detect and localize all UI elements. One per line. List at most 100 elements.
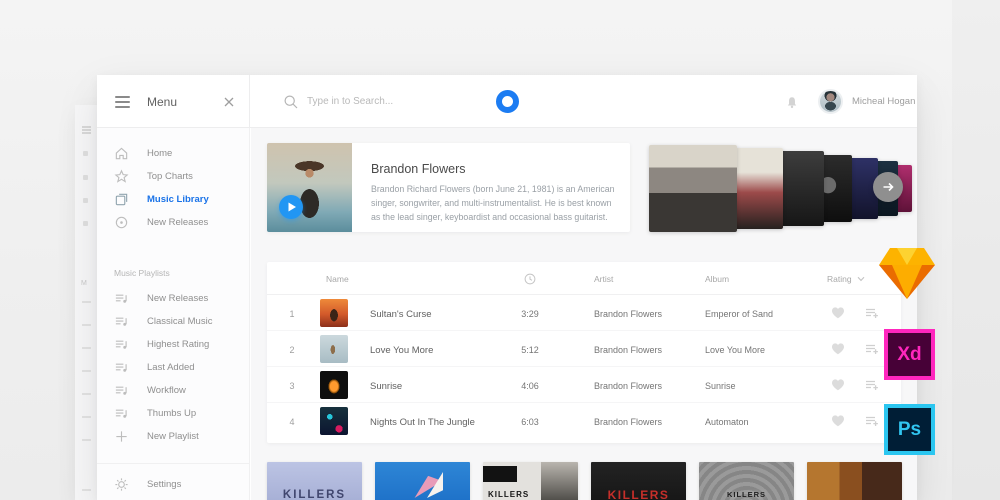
playlist-item-new-releases[interactable]: New Releases (97, 287, 249, 310)
faded-list-mark (82, 347, 91, 349)
sidebar-item-settings[interactable]: Settings (97, 473, 249, 496)
table-row[interactable]: 3 Sunrise 4:06 Brandon Flowers Sunrise (267, 367, 901, 403)
album-cover[interactable]: KILLERS (483, 462, 578, 500)
playlist-add-icon[interactable] (864, 341, 880, 357)
album-cover[interactable] (807, 462, 902, 500)
album-cover[interactable]: KILLERS (267, 462, 362, 500)
top-bar: Menu Micheal Hogan (97, 75, 917, 128)
adobe-xd-icon[interactable]: Xd (884, 329, 935, 380)
new-playlist-button[interactable]: New Playlist (97, 425, 249, 448)
track-title: Sunrise (370, 381, 403, 392)
search-input[interactable] (307, 91, 477, 111)
column-header-album[interactable]: Album (705, 274, 729, 284)
track-title: Sultan's Curse (370, 309, 432, 320)
table-row[interactable]: 4 Nights Out In The Jungle 6:03 Brandon … (267, 403, 901, 439)
faded-list-mark (82, 393, 91, 395)
album-cover[interactable]: KILLERS (591, 462, 686, 500)
playlist-add-icon[interactable] (864, 305, 880, 321)
play-button[interactable] (279, 195, 303, 219)
playlists-list: New Releases Classical Music Highest Rat… (97, 287, 249, 448)
playlist-icon (114, 314, 129, 329)
faded-menu-dot (83, 221, 88, 226)
table-row[interactable]: 1 Sultan's Curse 3:29 Brandon Flowers Em… (267, 295, 901, 331)
search-icon (283, 94, 299, 110)
album-art (320, 407, 348, 435)
album-cover[interactable] (375, 462, 470, 500)
track-artist: Brandon Flowers (594, 381, 663, 391)
home-icon (114, 146, 129, 161)
playlist-item-workflow[interactable]: Workflow (97, 379, 249, 402)
music-app-window: Menu Micheal Hogan Home (97, 75, 917, 500)
track-title: Nights Out In The Jungle (370, 417, 475, 428)
track-duration: 5:12 (521, 345, 539, 355)
playlist-add-icon[interactable] (864, 377, 880, 393)
menu-title: Menu (147, 95, 178, 109)
sidebar: Home Top Charts Music Library New Releas… (97, 128, 250, 500)
playlist-icon (114, 406, 129, 421)
playlist-item-last-added[interactable]: Last Added (97, 356, 249, 379)
faded-menu-dot (83, 198, 88, 203)
album-covers-row: KILLERS KILLERS KILLERS KILLERS (251, 462, 917, 500)
sidebar-divider (97, 463, 249, 464)
heart-icon[interactable] (830, 305, 846, 321)
column-header-name[interactable]: Name (326, 274, 349, 284)
track-album: Sunrise (705, 381, 736, 391)
artist-name: Brandon Flowers (371, 162, 466, 176)
track-artist: Brandon Flowers (594, 345, 663, 355)
close-icon[interactable] (221, 94, 237, 110)
photoshop-icon[interactable]: Ps (884, 404, 935, 455)
artist-card: Brandon Flowers Brandon Richard Flowers … (267, 143, 630, 232)
playlist-icon (114, 383, 129, 398)
cortana-logo-icon[interactable] (496, 90, 519, 113)
album-cover[interactable]: KILLERS (699, 462, 794, 500)
playlist-add-icon[interactable] (864, 413, 880, 429)
faded-hamburger-icon (82, 126, 91, 128)
column-header-rating[interactable]: Rating (827, 274, 865, 284)
album-art (320, 335, 348, 363)
faded-list-mark (82, 416, 91, 418)
playlist-item-thumbs-up[interactable]: Thumbs Up (97, 402, 249, 425)
sketch-icon[interactable] (878, 247, 936, 300)
desktop-background: M Menu Type in to Search... Micheal Hoga… (0, 0, 1000, 500)
sidebar-item-top-charts[interactable]: Top Charts (97, 165, 249, 188)
faded-menu-dot (83, 175, 88, 180)
user-name: Micheal Hogan (852, 96, 916, 107)
next-arrow-button[interactable] (873, 172, 903, 202)
notifications-bell-icon[interactable] (785, 95, 799, 110)
library-icon (114, 192, 129, 207)
heart-icon[interactable] (830, 413, 846, 429)
playlist-icon (114, 291, 129, 306)
heart-icon[interactable] (830, 377, 846, 393)
gear-icon (114, 477, 129, 492)
playlist-item-highest-rating[interactable]: Highest Rating (97, 333, 249, 356)
artist-bio: Brandon Richard Flowers (born June 21, 1… (371, 184, 615, 222)
plus-icon (114, 429, 129, 444)
hamburger-icon[interactable] (115, 96, 130, 111)
new-releases-icon (114, 215, 129, 230)
faded-list-mark (82, 439, 91, 441)
band-photo[interactable] (649, 145, 737, 232)
sidebar-item-home[interactable]: Home (97, 142, 249, 165)
table-row[interactable]: 2 Love You More 5:12 Brandon Flowers Lov… (267, 331, 901, 367)
album-art (320, 299, 348, 327)
track-album: Love You More (705, 345, 766, 355)
faded-list-mark (82, 301, 91, 303)
track-duration: 6:03 (521, 417, 539, 427)
duration-clock-icon[interactable] (523, 272, 537, 286)
track-artist: Brandon Flowers (594, 309, 663, 319)
chevron-down-icon (857, 276, 865, 282)
background-shade (952, 0, 1000, 500)
sidebar-item-new-releases[interactable]: New Releases (97, 211, 249, 234)
column-header-artist[interactable]: Artist (594, 274, 613, 284)
playlist-item-classical-music[interactable]: Classical Music (97, 310, 249, 333)
playlist-icon (114, 337, 129, 352)
faded-section-label: M (81, 280, 87, 287)
content-area: Brandon Flowers Brandon Richard Flowers … (251, 128, 917, 500)
related-photos-stack (649, 145, 912, 232)
star-icon (114, 169, 129, 184)
avatar[interactable] (818, 89, 843, 114)
playlists-header: Music Playlists (114, 268, 170, 278)
heart-icon[interactable] (830, 341, 846, 357)
sidebar-item-music-library[interactable]: Music Library (97, 188, 249, 211)
collage-block (483, 466, 517, 482)
